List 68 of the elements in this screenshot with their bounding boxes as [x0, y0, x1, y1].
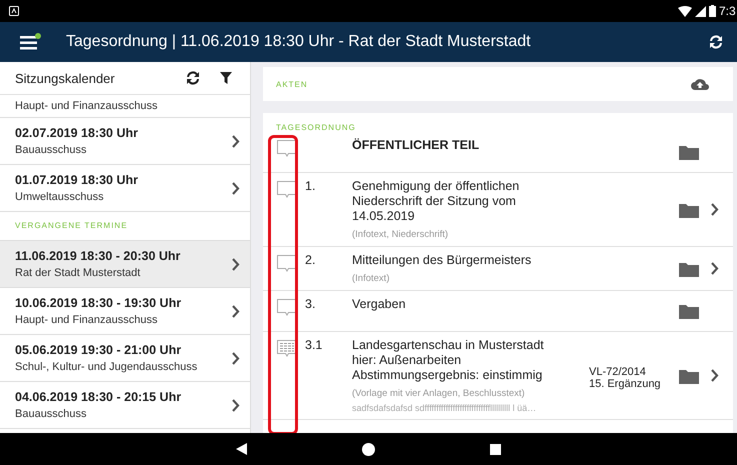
committee-name: Bauausschuss	[15, 144, 88, 156]
comment-icon[interactable]	[277, 181, 297, 198]
folder-icon[interactable]	[679, 202, 699, 218]
wifi-icon	[678, 6, 692, 16]
sidebar-title: Sitzungskalender	[15, 70, 116, 86]
item-number: 1.	[305, 179, 316, 193]
item-attachments: (Vorlage mit vier Anlagen, Beschlusstext)	[352, 388, 526, 399]
item-note-text: sadfsdafsdafsd sdffffffffffffffffffffffffffffllllllllll l üä…	[352, 403, 538, 413]
chevron-right-icon	[231, 352, 240, 364]
comment-icon[interactable]	[277, 255, 297, 272]
committee-name: Haupt- und Finanzausschuss	[15, 100, 158, 112]
item-title: Landesgartenschau in Musterstadt hier: Außenarbeiten Abstimmungsergebnis: einstimmig	[352, 338, 545, 383]
refresh-icon[interactable]	[707, 33, 725, 51]
meeting-date: 01.07.2019 18:30 Uhr	[15, 173, 140, 187]
item-attachments: (Infotext, Niederschrift)	[352, 229, 450, 240]
reference-number: VL-72/2014 15. Ergänzung	[589, 366, 661, 390]
clock-time: 7:3	[719, 4, 737, 18]
agenda-item[interactable]: ÖFFENTLICHER TEIL	[263, 132, 733, 173]
chevron-right-icon	[710, 369, 719, 382]
chevron-right-icon	[231, 398, 240, 412]
meeting-date: 05.06.2019 19:30 - 21:00 Uhr	[15, 343, 182, 357]
note-text-icon[interactable]	[277, 340, 297, 357]
item-number: 3.1	[305, 338, 322, 352]
committee-name: Bauausschuss	[15, 408, 88, 420]
menu-icon[interactable]	[20, 33, 42, 51]
chevron-right-icon	[231, 182, 240, 194]
committee-name: Umweltausschuss	[15, 191, 105, 203]
folder-icon[interactable]	[679, 260, 699, 276]
section-heading: ÖFFENTLICHER TEIL	[352, 138, 480, 153]
app-title: Tagesordnung | 11.06.2019 18:30 Uhr - Rat der Stadt Musterstadt	[66, 33, 532, 51]
item-number: 2.	[305, 253, 316, 267]
chevron-right-icon	[710, 203, 719, 216]
item-title: Mitteilungen des Bürgermeisters	[352, 253, 532, 268]
meeting-item[interactable]: 11.06.2019 18:30 - 20:30 Uhr Rat der Stadt Musterstadt	[0, 241, 250, 288]
committee-name: Rat der Stadt Musterstadt	[15, 267, 142, 279]
agenda-item[interactable]: 2. Mitteilungen des Bürgermeisters (Infotext)	[263, 247, 733, 291]
folder-icon[interactable]	[679, 368, 699, 384]
chevron-right-icon	[231, 134, 240, 148]
meeting-date: 11.06.2019 18:30 - 20:30 Uhr	[15, 249, 182, 263]
filter-icon[interactable]	[220, 72, 232, 84]
agenda-item[interactable]: 3. Vergaben	[263, 291, 733, 332]
comment-icon[interactable]	[277, 140, 297, 157]
item-title: Vergaben	[352, 297, 407, 312]
agenda-item[interactable]: 1. Genehmigung der öffentlichen Niederschrift der Sitzung vom 14.05.2019 (Infotext, Niederschrift)	[263, 173, 733, 247]
folder-icon[interactable]	[679, 303, 699, 319]
comment-icon[interactable]	[277, 299, 297, 316]
section-label: AKTEN	[276, 80, 308, 88]
committee-name: Schul-, Kultur- und Jugendausschuss	[15, 361, 198, 373]
chevron-right-icon	[231, 258, 240, 270]
item-number: 3.	[305, 297, 316, 311]
meeting-date: 04.06.2019 18:30 - 20:15 Uhr	[15, 390, 182, 404]
section-label: TAGESORDNUNG	[275, 122, 357, 132]
home-icon[interactable]	[362, 442, 375, 456]
folder-icon[interactable]	[679, 144, 699, 160]
chevron-right-icon	[231, 304, 240, 318]
committee-name: Haupt- und Finanzausschuss	[15, 314, 158, 326]
refresh-icon[interactable]	[184, 69, 202, 87]
meeting-date: 10.06.2019 18:30 - 19:30 Uhr	[15, 296, 182, 310]
cloud-upload-icon[interactable]	[691, 78, 709, 90]
item-attachments: (Infotext)	[352, 273, 390, 284]
signal-icon	[695, 6, 706, 16]
notification-icon	[9, 6, 19, 16]
battery-icon	[709, 5, 716, 17]
recents-icon[interactable]	[490, 444, 501, 454]
chevron-right-icon	[710, 262, 719, 275]
back-icon[interactable]	[236, 443, 247, 455]
item-title: Genehmigung der öffentlichen Niederschrift der Sitzung vom 14.05.2019	[352, 179, 520, 224]
meeting-date: 02.07.2019 18:30 Uhr	[15, 126, 140, 140]
